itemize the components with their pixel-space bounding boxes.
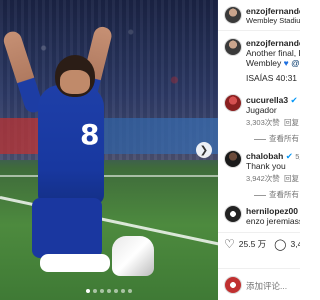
divider	[218, 232, 300, 233]
comment-header: hernilopez00	[246, 206, 298, 216]
pitch-line	[0, 175, 218, 177]
comment-input[interactable]: 添加评论...	[246, 280, 287, 292]
verified-badge-icon: ✔	[285, 151, 293, 161]
blue-heart-icon: ♥	[283, 58, 289, 68]
caption-username[interactable]: enzojfernandez	[246, 38, 300, 48]
heart-icon[interactable]: ♡	[224, 237, 235, 251]
comment-meta: 3,942次赞 回复	[246, 173, 299, 184]
carousel-dot[interactable]	[107, 289, 111, 293]
view-replies-button[interactable]: 查看所有 3 条	[254, 189, 300, 200]
avatar[interactable]	[224, 94, 242, 112]
comment-text: Thank you	[246, 161, 286, 171]
carousel-dots	[0, 289, 218, 293]
carousel-dot[interactable]	[93, 289, 97, 293]
comment-username[interactable]: cucurella3	[246, 95, 288, 105]
view-replies-label: 查看所有 3 条	[269, 190, 300, 199]
jersey-number: 8	[80, 118, 100, 151]
header-location[interactable]: Wembley Stadium	[246, 16, 300, 25]
player-shorts	[32, 198, 102, 258]
advertising-board	[0, 118, 218, 154]
avatar[interactable]	[224, 38, 242, 56]
reply-button[interactable]: 回复	[284, 174, 299, 183]
comment-meta: 3,303次赞 回复	[246, 117, 299, 128]
caption-text: Wembley ♥ @c	[246, 58, 300, 68]
player-boot	[112, 236, 154, 276]
divider	[218, 268, 300, 269]
replies-line-icon	[254, 138, 266, 140]
comment-username[interactable]: hernilopez00	[246, 206, 298, 216]
replies-line-icon	[254, 194, 266, 196]
comment-icon[interactable]: ◯	[274, 238, 286, 251]
carousel-dot[interactable]	[128, 289, 132, 293]
action-bar: ♡ 25.5 万 ◯ 3,44	[224, 237, 300, 251]
carousel-dot[interactable]	[100, 289, 104, 293]
comment-username[interactable]: chalobah	[246, 151, 283, 161]
avatar	[224, 276, 242, 294]
post-sidebar: enzojfernandez Wembley Stadium enzojfern…	[218, 0, 300, 300]
player-face	[60, 70, 90, 94]
reply-button[interactable]: 回复	[284, 118, 299, 127]
likes-count[interactable]: 25.5 万	[239, 238, 266, 250]
caption-mention[interactable]: @c	[291, 58, 300, 68]
comment-text: Jugador	[246, 105, 277, 115]
avatar[interactable]	[224, 6, 242, 24]
verified-badge-icon: ✔	[290, 95, 298, 105]
player-sock	[40, 254, 110, 272]
divider	[218, 30, 300, 31]
caption-text-line2: Wembley	[246, 58, 282, 68]
post-photo[interactable]: 8 ❯	[0, 0, 218, 300]
carousel-dot[interactable]	[114, 289, 118, 293]
view-replies-button[interactable]: 查看所有 17 条	[254, 133, 300, 144]
carousel-dot[interactable]	[121, 289, 125, 293]
comment-likes[interactable]: 3,942次赞	[246, 174, 280, 183]
comments-count: 3,44	[290, 239, 300, 249]
comment-text: enzo jeremiasss	[246, 216, 300, 226]
comment-age: 5周	[295, 152, 300, 161]
caption-audio: ISAÍAS 40:31	[246, 73, 298, 83]
chevron-right-icon[interactable]: ❯	[196, 142, 212, 158]
caption-text: Another final, Blu	[246, 48, 300, 58]
avatar[interactable]	[224, 150, 242, 168]
carousel-dot[interactable]	[86, 289, 90, 293]
view-replies-label: 查看所有 17 条	[269, 134, 300, 143]
header-username[interactable]: enzojfernandez	[246, 6, 300, 16]
avatar[interactable]	[224, 205, 242, 223]
comment-likes[interactable]: 3,303次赞	[246, 118, 280, 127]
